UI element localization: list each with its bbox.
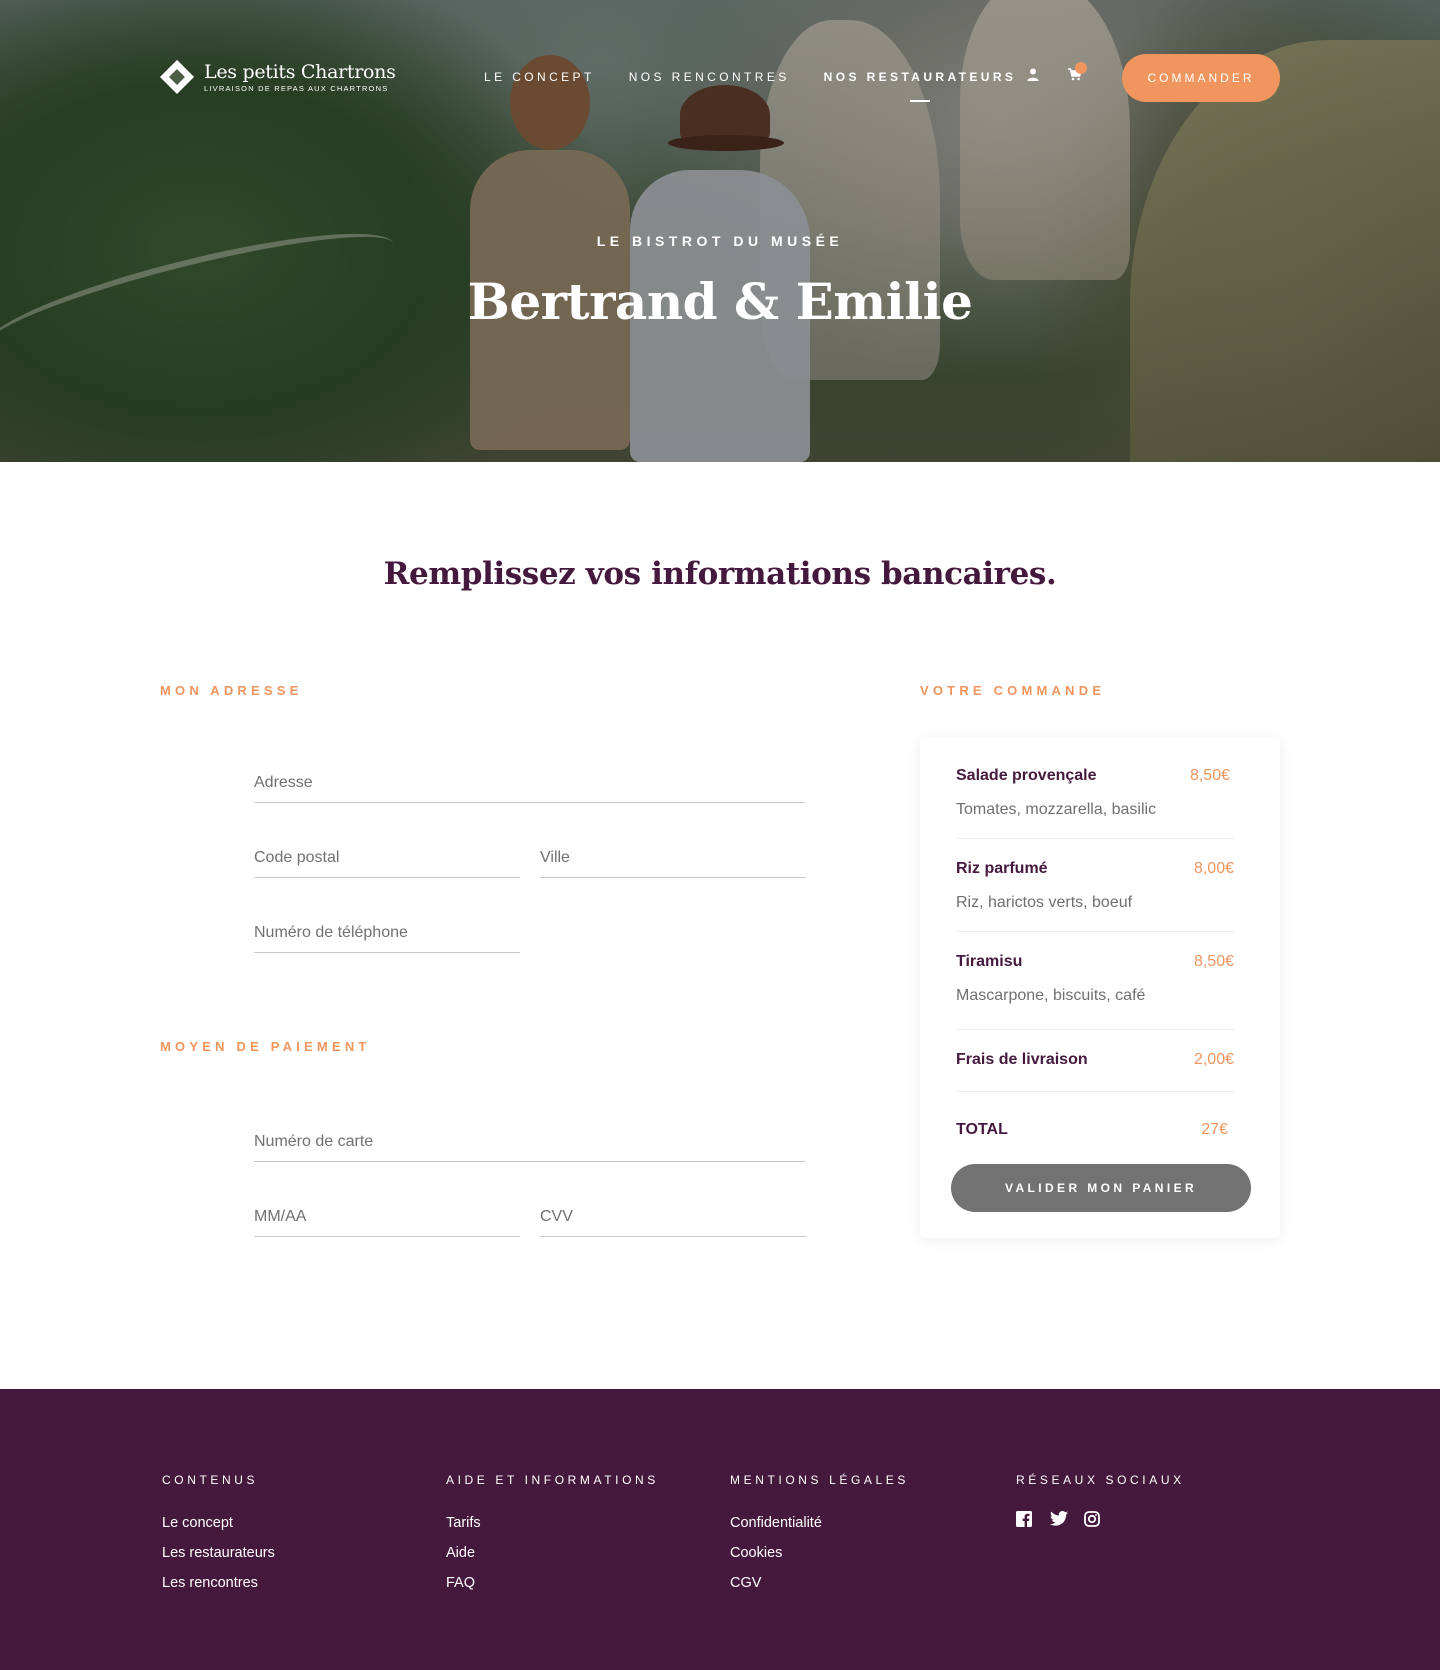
footer-column-contenus: CONTENUS Le concept Les restaurateurs Le…	[162, 1473, 275, 1605]
order-summary-card: Salade provençale 8,50€ Tomates, mozzare…	[920, 738, 1280, 1238]
order-item-name: Tiramisu	[956, 953, 1023, 970]
order-item-price: 8,50€	[1193, 953, 1234, 970]
address-field[interactable]	[254, 759, 805, 803]
footer-link[interactable]: Les restaurateurs	[162, 1545, 275, 1561]
validate-cart-button[interactable]: VALIDER MON PANIER	[951, 1164, 1251, 1212]
order-divider	[956, 838, 1234, 839]
footer-link[interactable]: Aide	[446, 1545, 659, 1561]
nav-item-concept[interactable]: LE CONCEPT	[484, 70, 595, 84]
order-section-label: VOTRE COMMANDE	[920, 683, 1106, 698]
footer-column-heading: MENTIONS LÉGALES	[730, 1473, 909, 1487]
order-item-price: 8,50€	[1189, 767, 1230, 784]
footer-link[interactable]: Confidentialité	[730, 1515, 909, 1531]
order-item-description: Tomates, mozzarella, basilic	[956, 801, 1157, 818]
order-item-price: 8,00€	[1193, 860, 1234, 877]
address-input[interactable]	[254, 759, 805, 802]
order-item-description: Mascarpone, biscuits, café	[956, 987, 1146, 1004]
footer-link[interactable]: Le concept	[162, 1515, 275, 1531]
footer-column-heading: CONTENUS	[162, 1473, 259, 1487]
card-number-field[interactable]	[254, 1118, 805, 1162]
footer-column-heading: AIDE ET INFORMATIONS	[446, 1473, 659, 1487]
postal-code-input[interactable]	[254, 834, 520, 877]
nav-item-rencontres[interactable]: NOS RENCONTRES	[629, 70, 790, 84]
order-item-name: Salade provençale	[956, 767, 1097, 784]
phone-input[interactable]	[254, 909, 520, 952]
payment-section-label: MOYEN DE PAIEMENT	[160, 1039, 371, 1054]
cvv-field[interactable]	[540, 1193, 806, 1237]
hero-person-hat-brim	[668, 135, 784, 151]
hero-kicker: LE BISTROT DU MUSÉE	[596, 233, 844, 249]
user-icon[interactable]	[1027, 68, 1039, 86]
social-links	[1016, 1511, 1185, 1531]
phone-field[interactable]	[254, 909, 520, 953]
logo-text: Les petits Chartrons LIVRAISON DE REPAS …	[204, 62, 396, 93]
delivery-fee-label: Frais de livraison	[956, 1051, 1088, 1068]
address-section-label: MON ADRESSE	[160, 683, 303, 698]
footer-column-social: RÉSEAUX SOCIAUX	[1016, 1473, 1185, 1531]
city-field[interactable]	[540, 834, 806, 878]
delivery-fee-price: 2,00€	[1193, 1051, 1234, 1068]
cvv-input[interactable]	[540, 1193, 806, 1236]
total-price: 27€	[1201, 1121, 1228, 1138]
brand-logo[interactable]: Les petits Chartrons LIVRAISON DE REPAS …	[160, 60, 396, 94]
footer-column-aide: AIDE ET INFORMATIONS Tarifs Aide FAQ	[446, 1473, 659, 1605]
footer-link[interactable]: Cookies	[730, 1545, 909, 1561]
twitter-icon[interactable]	[1050, 1511, 1070, 1531]
footer-link[interactable]: CGV	[730, 1575, 909, 1591]
footer-link[interactable]: Tarifs	[446, 1515, 659, 1531]
cart-count-badge	[1075, 62, 1087, 74]
expiry-input[interactable]	[254, 1193, 520, 1236]
order-item-description: Riz, harictos verts, boeuf	[956, 894, 1133, 911]
main-nav: LE CONCEPT NOS RENCONTRES NOS RESTAURATE…	[484, 70, 1050, 102]
order-divider	[956, 1029, 1234, 1030]
footer-link[interactable]: FAQ	[446, 1575, 659, 1591]
site-footer: CONTENUS Le concept Les restaurateurs Le…	[0, 1389, 1440, 1670]
postal-code-field[interactable]	[254, 834, 520, 878]
nav-item-restaurateurs[interactable]: NOS RESTAURATEURS	[824, 70, 1017, 102]
facebook-icon[interactable]	[1016, 1511, 1036, 1531]
order-item-name: Riz parfumé	[956, 860, 1048, 877]
expiry-field[interactable]	[254, 1193, 520, 1237]
total-label: TOTAL	[956, 1121, 1008, 1138]
instagram-icon[interactable]	[1084, 1511, 1104, 1531]
card-number-input[interactable]	[254, 1118, 805, 1161]
commander-button[interactable]: COMMANDER	[1122, 54, 1280, 102]
page-title: Remplissez vos informations bancaires.	[383, 556, 1057, 592]
order-divider	[956, 1091, 1234, 1092]
footer-link[interactable]: Les rencontres	[162, 1575, 275, 1591]
brand-name: Les petits Chartrons	[204, 60, 396, 83]
logo-mark-icon	[160, 60, 194, 94]
footer-column-mentions: MENTIONS LÉGALES Confidentialité Cookies…	[730, 1473, 909, 1605]
footer-column-heading: RÉSEAUX SOCIAUX	[1016, 1473, 1185, 1487]
city-input[interactable]	[540, 834, 806, 877]
hero-cliff	[1130, 40, 1440, 462]
order-divider	[956, 931, 1234, 932]
hero-title: Bertrand & Emilie	[467, 272, 973, 331]
brand-tagline: LIVRAISON DE REPAS AUX CHARTRONS	[204, 83, 389, 93]
